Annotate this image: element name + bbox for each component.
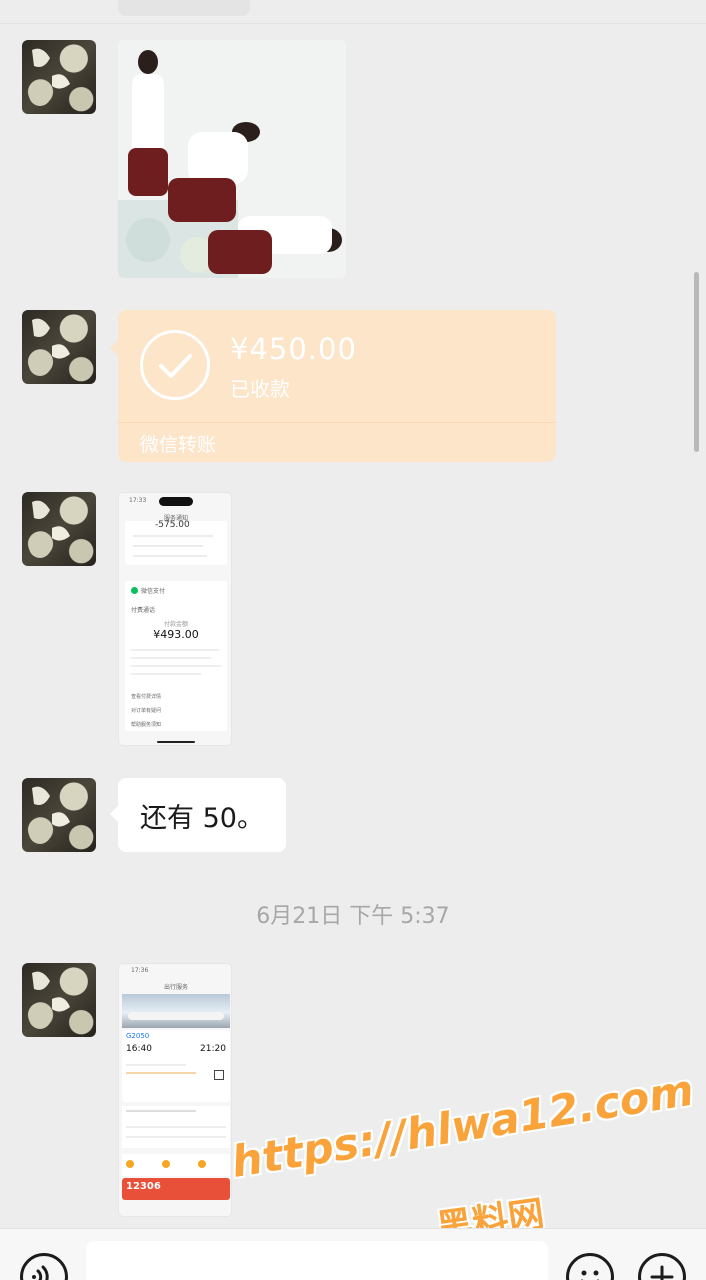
placeholder-line [126, 1110, 196, 1112]
home-indicator [157, 741, 195, 743]
depart-time: 16:40 [126, 1044, 152, 1054]
photo-message[interactable] [118, 40, 346, 278]
avatar[interactable] [22, 778, 96, 852]
screenshot-link: 帮助服务须知 [131, 722, 162, 728]
service-icon [198, 1160, 206, 1168]
wechat-pay-icon [131, 587, 138, 594]
transfer-status: 已收款 [230, 377, 290, 401]
message-input[interactable] [86, 1241, 548, 1280]
arrive-time: 21:20 [200, 1044, 226, 1054]
ticket-screenshot-message[interactable]: 17:36 出行服务 G2050 16:40 21:20 12306 [118, 963, 232, 1217]
emoji-button[interactable] [566, 1253, 614, 1280]
screenshot-category: 付费通话 [131, 607, 156, 614]
placeholder-line [133, 535, 213, 537]
placeholder-line [126, 1072, 196, 1074]
avatar[interactable] [22, 40, 96, 114]
train-body [128, 1012, 224, 1020]
promo-banner: 12306 [122, 1178, 230, 1200]
screenshot-amount-caption: 付款金额 [163, 621, 188, 628]
transfer-divider [118, 422, 556, 423]
qr-code-icon [214, 1070, 224, 1080]
avatar[interactable] [22, 492, 96, 566]
screenshot-cropped-amount: -575.00 [155, 520, 190, 530]
avatar[interactable] [22, 310, 96, 384]
train-photo [122, 994, 230, 1028]
chat-top-edge [0, 0, 706, 24]
screenshot-payment-card: 微信支付 付费通话 付款金额 ¥493.00 查看付费详情 对订单有疑问 帮助服… [125, 581, 227, 731]
emoji-icon [580, 1270, 600, 1280]
placeholder-line [131, 665, 221, 667]
check-circle-icon [140, 330, 210, 400]
train-number: G2050 [126, 1032, 150, 1040]
placeholder-line [126, 1136, 226, 1138]
screenshot-pay-label: 微信支付 [141, 588, 166, 595]
screenshot-status-bar: 17:33 [119, 493, 231, 513]
screenshot-card-top: -575.00 [125, 520, 227, 565]
station-card [122, 1106, 230, 1148]
service-row [122, 1154, 230, 1176]
voice-button[interactable] [20, 1253, 68, 1280]
plus-icon [650, 1265, 674, 1280]
scrollbar[interactable] [694, 272, 699, 452]
screenshot-link: 查看付费详情 [131, 694, 162, 700]
screenshot-header: 出行服务 [163, 984, 188, 991]
more-button[interactable] [638, 1253, 686, 1280]
placeholder-line [131, 657, 211, 659]
watermark-url: https://hlwa12.com [228, 1065, 698, 1188]
payment-screenshot-message[interactable]: 17:33 服务通知 -575.00 微信支付 付费通话 付款金额 ¥493.0… [118, 492, 232, 746]
screenshot-link: 对订单有疑问 [131, 708, 162, 714]
placeholder-line [131, 649, 219, 651]
voice-icon [32, 1265, 49, 1280]
transfer-amount: ¥450.00 [230, 332, 357, 366]
avatar[interactable] [22, 963, 96, 1037]
transfer-label: 微信转账 [140, 434, 217, 456]
screenshot-time: 17:36 [131, 967, 149, 974]
text-message[interactable]: 还有 50。 [110, 778, 286, 852]
previous-bubble-edge [118, 0, 250, 16]
screenshot-amount: ¥493.00 [153, 628, 199, 641]
placeholder-line [133, 555, 207, 557]
placeholder-line [131, 673, 201, 675]
placeholder-line [126, 1064, 186, 1066]
promo-banner-text: 12306 [126, 1181, 161, 1192]
service-icon [126, 1160, 134, 1168]
placeholder-line [126, 1126, 226, 1128]
placeholder-line [133, 545, 203, 547]
camera-notch [159, 497, 193, 506]
ticket-card: G2050 16:40 21:20 [122, 1030, 230, 1102]
message-timestamp: 6月21日 下午 5:37 [256, 904, 450, 929]
transfer-message[interactable]: ¥450.00 已收款 微信转账 [110, 310, 556, 462]
screenshot-time: 17:33 [129, 497, 147, 504]
service-icon [162, 1160, 170, 1168]
chat-input-bar [0, 1228, 706, 1280]
